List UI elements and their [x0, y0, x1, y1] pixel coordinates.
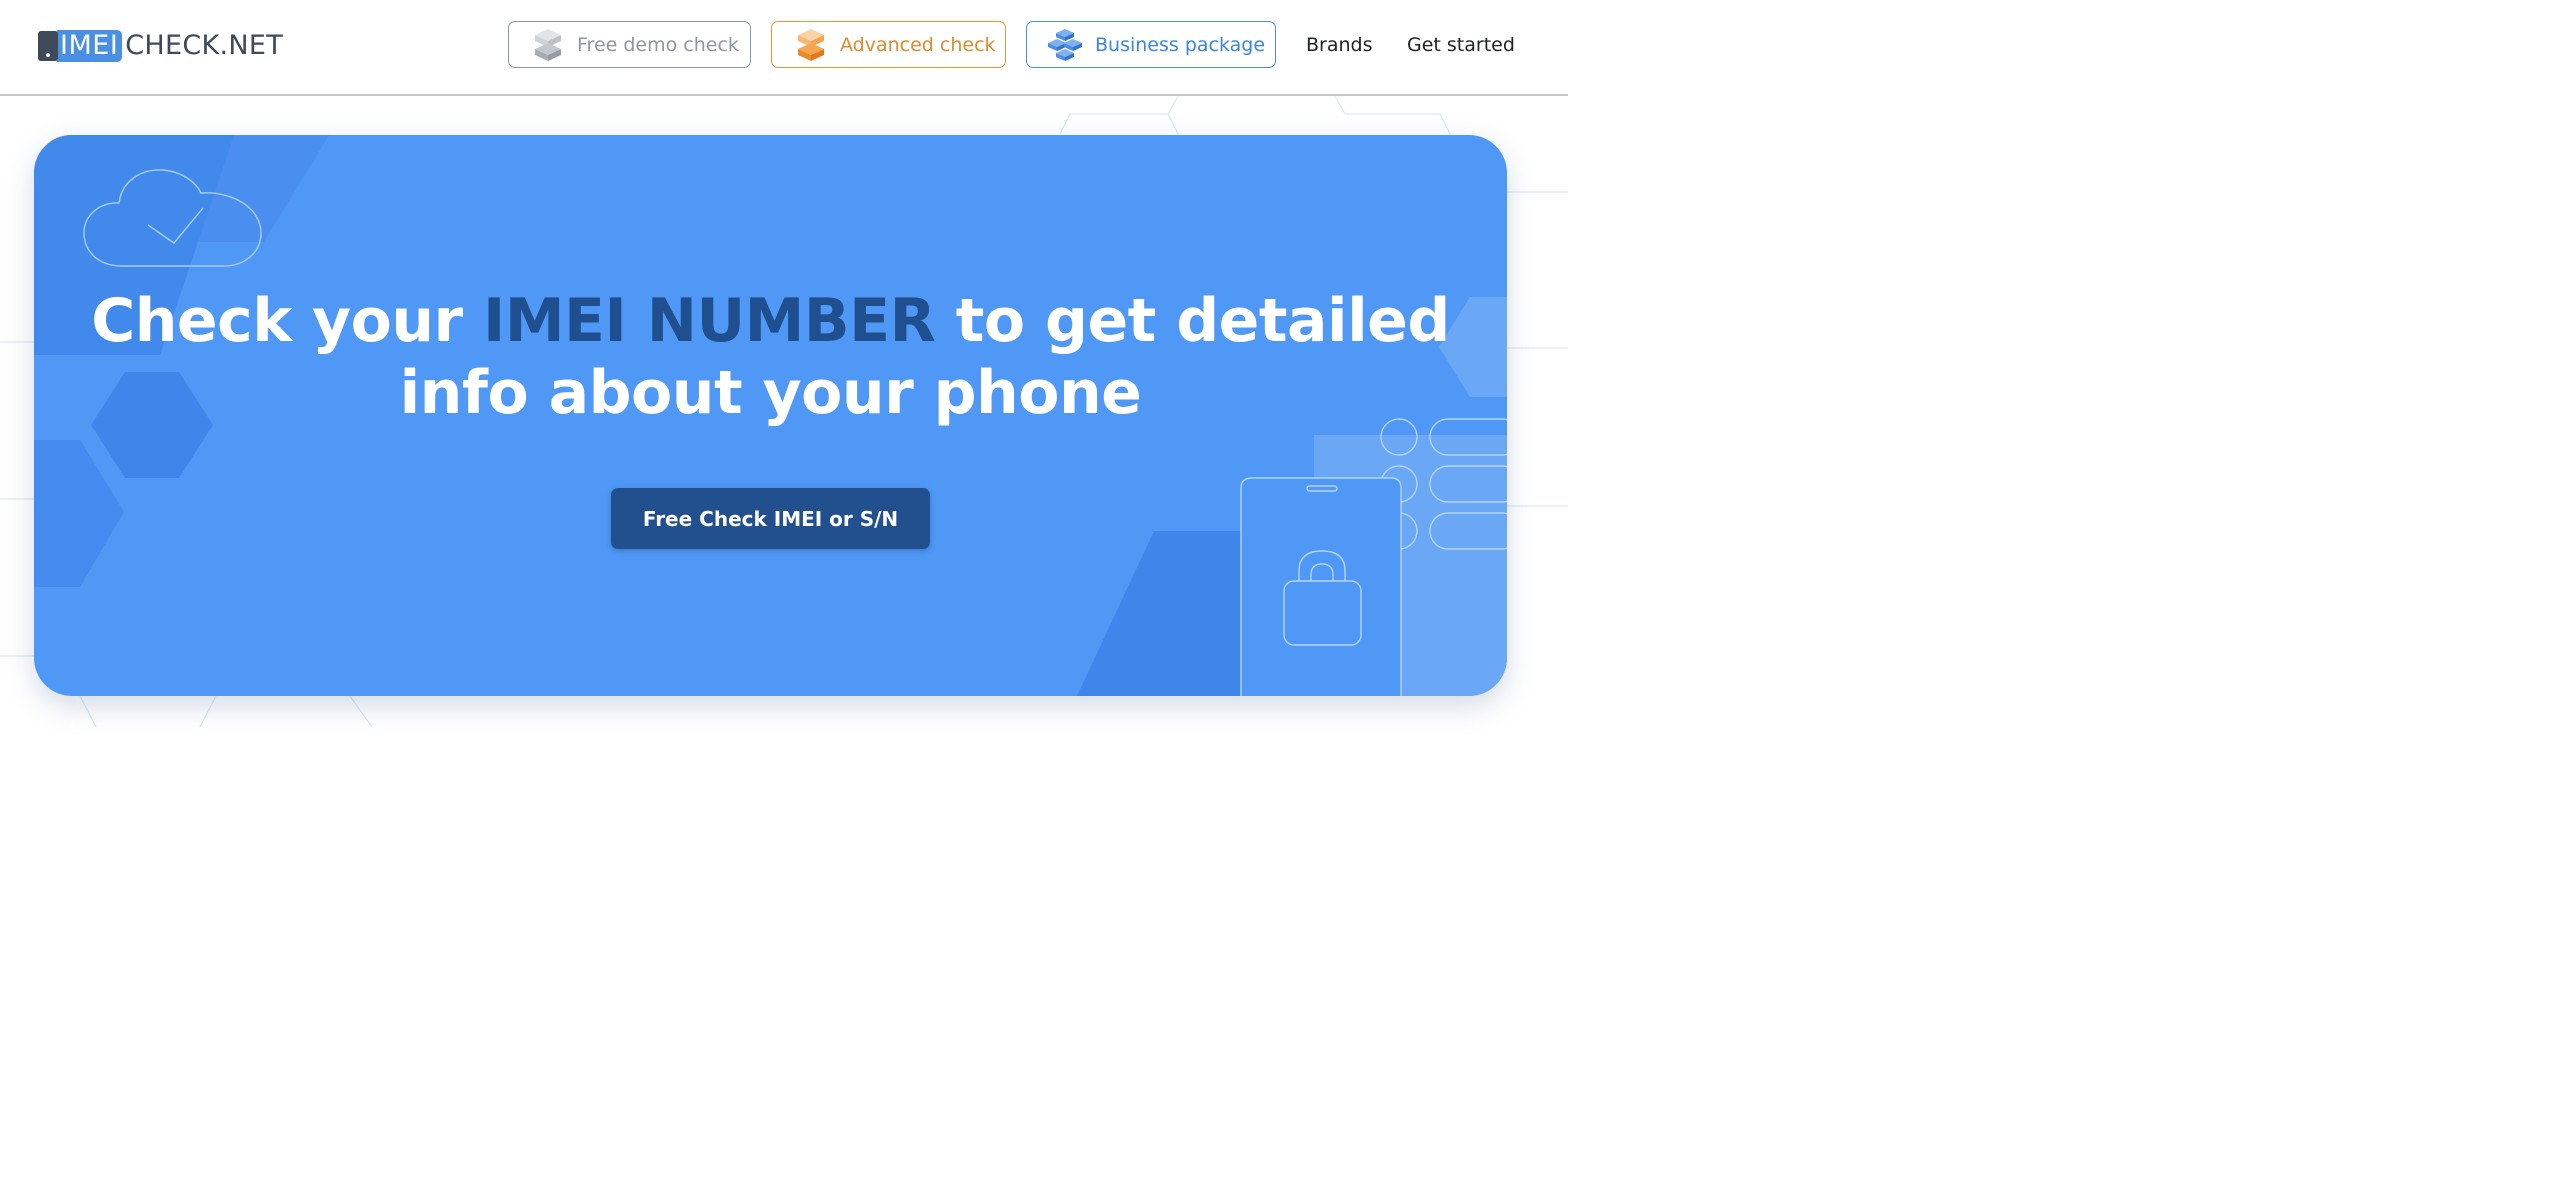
hero-banner: Check your IMEI NUMBER to get detailed i…	[34, 135, 1507, 696]
hero-title: Check your IMEI NUMBER to get detailed i…	[34, 285, 1507, 429]
gray-stacked-cubes-icon	[535, 28, 561, 61]
nav-brands-link[interactable]: Brands	[1306, 34, 1373, 56]
site-logo[interactable]: IMEI CHECK.NET	[38, 30, 283, 62]
hero-title-part2: to get detailed	[935, 286, 1451, 356]
nav-get-started-link[interactable]: Get started	[1407, 34, 1515, 56]
hex-shape	[1077, 531, 1241, 696]
hero-title-highlight: IMEI NUMBER	[483, 286, 936, 356]
hero-title-part1: Check your	[91, 286, 484, 356]
phone-logo-icon	[38, 31, 58, 61]
free-demo-check-button[interactable]: Free demo check	[508, 21, 751, 68]
business-package-label: Business package	[1095, 33, 1266, 56]
locked-phone-icon	[1240, 477, 1402, 696]
logo-imei-text: IMEI	[57, 30, 123, 62]
free-demo-check-label: Free demo check	[577, 33, 739, 56]
orange-stacked-cubes-icon	[798, 28, 824, 61]
hero-title-line2: info about your phone	[399, 358, 1142, 428]
advanced-check-label: Advanced check	[840, 33, 996, 56]
logo-check-net-text: CHECK.NET	[125, 30, 284, 61]
top-header: IMEI CHECK.NET Free demo check Advanced …	[0, 0, 1568, 96]
hex-shape	[34, 440, 124, 587]
blue-cube-cluster-icon	[1048, 28, 1082, 61]
free-check-imei-button[interactable]: Free Check IMEI or S/N	[611, 488, 930, 549]
advanced-check-button[interactable]: Advanced check	[771, 21, 1006, 68]
business-package-button[interactable]: Business package	[1026, 21, 1276, 68]
